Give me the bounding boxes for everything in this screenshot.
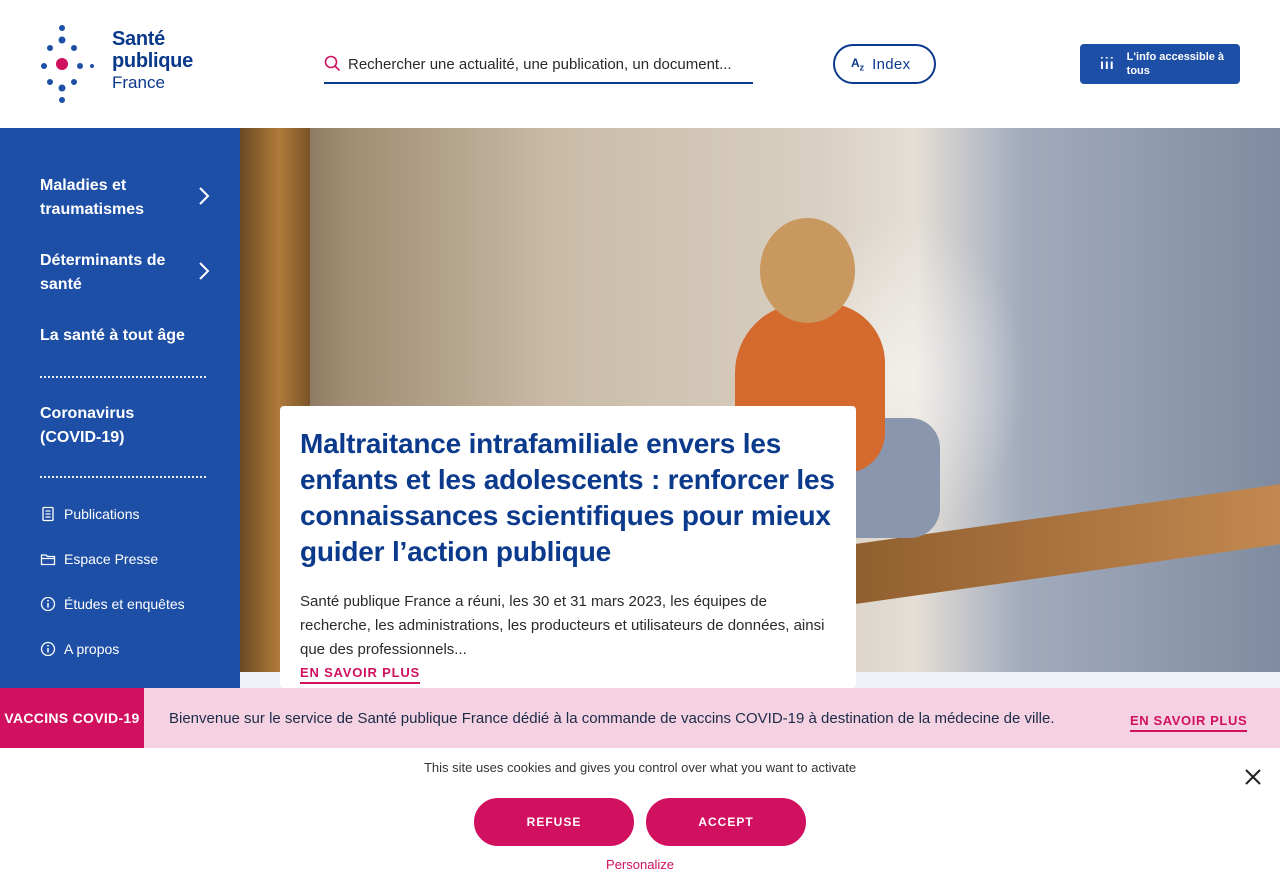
search-bar bbox=[324, 46, 753, 84]
index-button[interactable]: Az Index bbox=[833, 44, 936, 84]
nav-item-label: Coronavirus (COVID-19) bbox=[40, 405, 135, 446]
info-icon bbox=[40, 641, 56, 657]
hero-title[interactable]: Maltraitance intrafamiliale envers les e… bbox=[300, 426, 836, 570]
nav-link-a-propos[interactable]: A propos bbox=[40, 638, 216, 660]
nav-item-coronavirus[interactable]: Coronavirus (COVID-19) bbox=[40, 402, 216, 450]
nav-item-determinants[interactable]: Déterminants de santé bbox=[40, 249, 216, 297]
accessibility-icon: ı̇ı̇ı̇ bbox=[1100, 56, 1115, 72]
vaccine-banner-text: Bienvenue sur le service de Santé publiq… bbox=[169, 710, 1055, 727]
logo-dots-icon bbox=[41, 25, 94, 103]
nav-link-label: Études et enquêtes bbox=[64, 596, 185, 612]
az-icon: Az bbox=[851, 55, 865, 73]
refuse-cookies-button[interactable]: REFUSE bbox=[474, 798, 634, 846]
logo-line-2: publique bbox=[112, 50, 193, 72]
close-icon[interactable] bbox=[1244, 768, 1262, 786]
nav-item-label: Maladies et traumatismes bbox=[40, 177, 145, 218]
chevron-right-icon bbox=[199, 262, 210, 280]
nav-link-label: Publications bbox=[64, 506, 140, 522]
vaccine-read-more-link[interactable]: EN SAVOIR PLUS bbox=[1130, 713, 1248, 732]
nav-item-maladies[interactable]: Maladies et traumatismes bbox=[40, 174, 216, 222]
nav-link-etudes[interactable]: Études et enquêtes bbox=[40, 593, 216, 615]
chevron-right-icon bbox=[199, 187, 210, 205]
nav-link-espace-presse[interactable]: Espace Presse bbox=[40, 548, 216, 570]
cookie-message: This site uses cookies and gives you con… bbox=[423, 760, 857, 775]
info-icon bbox=[40, 596, 56, 612]
hero-child-head bbox=[760, 218, 855, 323]
accessibility-label: L'info accessible à tous bbox=[1126, 51, 1225, 77]
nav-divider bbox=[40, 376, 206, 378]
hero-article-card: Maltraitance intrafamiliale envers les e… bbox=[280, 406, 856, 688]
cookie-consent-bar: This site uses cookies and gives you con… bbox=[0, 748, 1280, 887]
vaccine-tag: VACCINS COVID-19 bbox=[0, 688, 144, 748]
personalize-cookies-link[interactable]: Personalize bbox=[0, 857, 1280, 872]
search-input[interactable] bbox=[348, 50, 753, 78]
accept-cookies-button[interactable]: ACCEPT bbox=[646, 798, 806, 846]
vaccine-banner: VACCINS COVID-19 Bienvenue sur le servic… bbox=[0, 688, 1280, 748]
logo-line-3: France bbox=[112, 73, 165, 92]
logo-wordmark: Santé publique France bbox=[112, 28, 193, 94]
nav-item-label: Déterminants de santé bbox=[40, 252, 166, 293]
nav-link-publications[interactable]: Publications bbox=[40, 503, 216, 525]
nav-item-label: La santé à tout âge bbox=[40, 327, 185, 344]
site-logo[interactable]: Santé publique France bbox=[40, 24, 193, 104]
main-nav-sidebar: Maladies et traumatismes Déterminants de… bbox=[0, 128, 240, 688]
search-icon[interactable] bbox=[324, 55, 340, 71]
nav-divider bbox=[40, 476, 206, 478]
nav-item-sante-age[interactable]: La santé à tout âge bbox=[40, 324, 216, 348]
folder-icon bbox=[40, 554, 56, 566]
document-icon bbox=[42, 506, 54, 522]
hero-description: Santé publique France a réuni, les 30 et… bbox=[300, 593, 825, 658]
logo-line-1: Santé bbox=[112, 28, 165, 50]
index-label: Index bbox=[872, 55, 911, 73]
site-header: Santé publique France Az Index ı̇ı̇ı̇ L'… bbox=[0, 0, 1280, 128]
nav-link-label: Espace Presse bbox=[64, 551, 159, 567]
nav-link-label: A propos bbox=[64, 641, 120, 657]
accessibility-button[interactable]: ı̇ı̇ı̇ L'info accessible à tous bbox=[1080, 44, 1240, 84]
hero-read-more-link[interactable]: EN SAVOIR PLUS bbox=[300, 665, 421, 684]
